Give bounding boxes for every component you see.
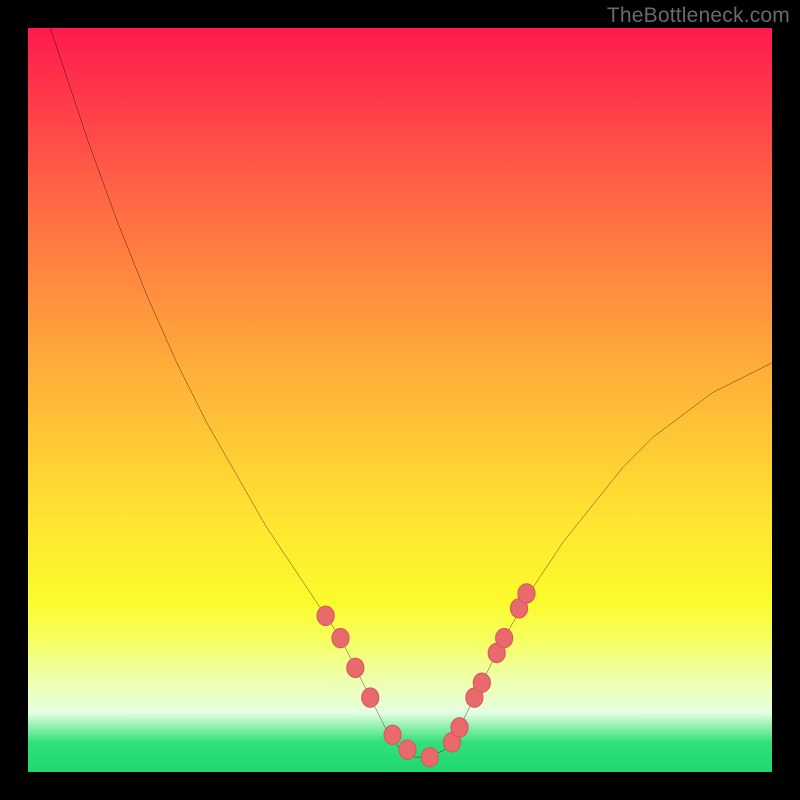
highlight-dot bbox=[347, 658, 364, 677]
chart-frame: TheBottleneck.com bbox=[0, 0, 800, 800]
highlight-dot bbox=[518, 584, 535, 603]
chart-svg bbox=[28, 28, 772, 772]
highlight-dot bbox=[362, 688, 379, 707]
highlight-dot bbox=[496, 628, 513, 647]
highlight-dot bbox=[473, 673, 490, 692]
marker-group bbox=[317, 584, 535, 767]
highlight-dot bbox=[421, 747, 438, 766]
highlight-dot bbox=[451, 718, 468, 737]
highlight-dot bbox=[317, 606, 334, 625]
plot-area bbox=[28, 28, 772, 772]
bottleneck-curve bbox=[50, 28, 772, 757]
highlight-dot bbox=[384, 725, 401, 744]
watermark-text: TheBottleneck.com bbox=[607, 4, 790, 28]
highlight-dot bbox=[332, 628, 349, 647]
highlight-dot bbox=[399, 740, 416, 759]
